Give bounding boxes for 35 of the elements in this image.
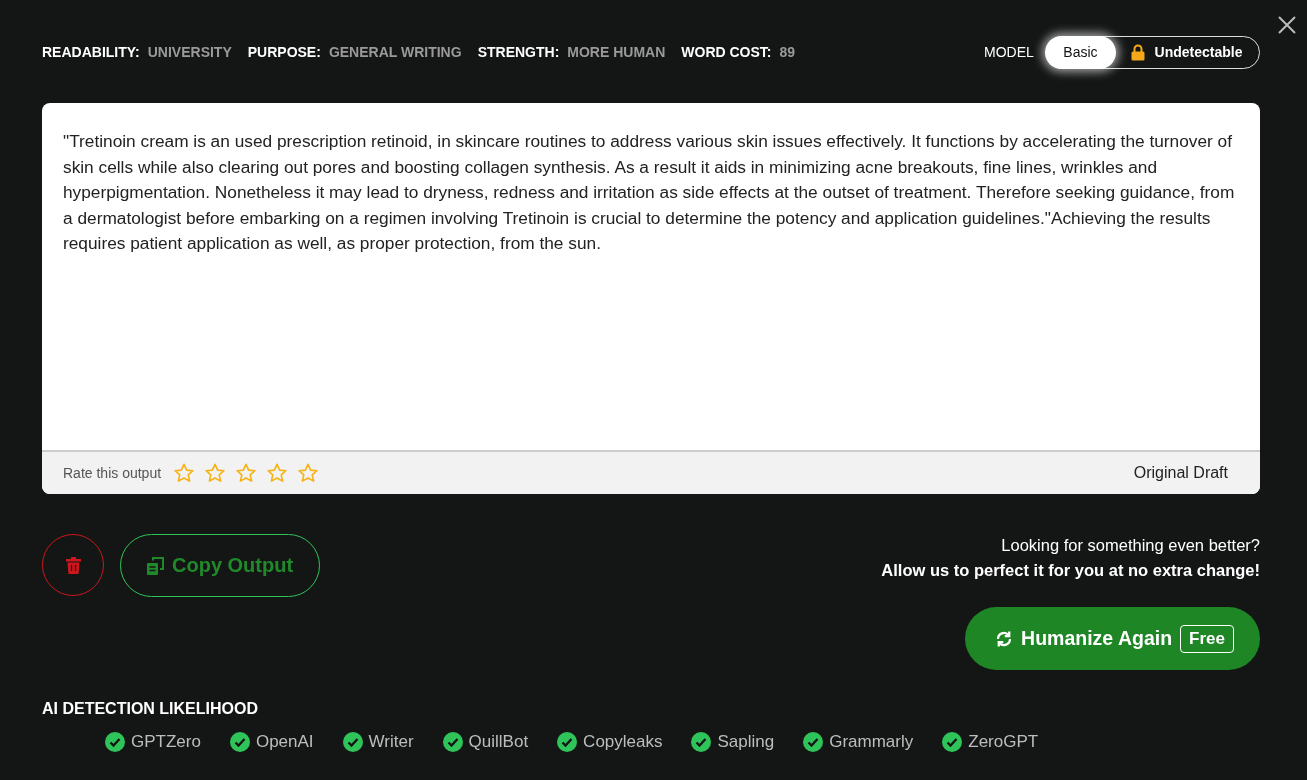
free-badge: Free xyxy=(1180,624,1234,653)
setting-label: STRENGTH: xyxy=(477,44,560,60)
detector-name: Copyleaks xyxy=(583,732,663,752)
draft-label: Original Draft xyxy=(1133,464,1228,482)
setting-label: READABILITY: xyxy=(42,44,140,60)
detection-title: AI DETECTION LIKELIHOOD xyxy=(42,700,259,718)
star-icon[interactable] xyxy=(204,462,227,484)
rate-label: Rate this output xyxy=(63,465,162,481)
star-icon[interactable] xyxy=(266,462,289,484)
model-label: MODEL xyxy=(984,44,1034,60)
trash-icon xyxy=(65,556,81,574)
setting-value: MORE HUMAN xyxy=(567,44,666,60)
upsell-offer: Allow us to perfect it for you at no extra change! xyxy=(881,561,1260,580)
setting-value: 89 xyxy=(779,44,796,60)
humanize-again-button[interactable]: Humanize Again Free xyxy=(965,607,1260,670)
detector-name: Writer xyxy=(368,732,414,752)
model-option[interactable]: Basic xyxy=(1045,35,1116,69)
detector-name: Grammarly xyxy=(829,732,914,752)
upsell-question: Looking for something even better? xyxy=(1001,536,1260,555)
refresh-icon xyxy=(995,629,1014,648)
detector-name: QuillBot xyxy=(468,732,529,752)
setting-value: UNIVERSITY xyxy=(147,44,232,60)
setting-label: WORD COST: xyxy=(681,44,772,60)
close-icon[interactable] xyxy=(1277,15,1297,35)
setting-value: GENERAL WRITING xyxy=(328,44,462,60)
detector-name: OpenAI xyxy=(255,732,314,752)
detector-name: ZeroGPT xyxy=(968,732,1039,752)
copy-icon xyxy=(147,556,164,575)
star-icon[interactable] xyxy=(297,462,320,484)
setting-label: PURPOSE: xyxy=(247,44,321,60)
detector-name: Sapling xyxy=(717,732,775,752)
star-icon[interactable] xyxy=(235,462,258,484)
detector-name: GPTZero xyxy=(131,732,201,752)
output-text: "Tretinoin cream is an used prescription retinoid, in skincare routines to address various skin issues effectively. It functions by accelerating the turnover of skin cells while also clearing out pores and boosting collagen synthesis. As a result it aids in minimizing acne breakouts, fine lines, wrinkles and hyperpigmentation. Nonetheless it may lead to dryness, redness and irritation as side effects at the outset of treatment. Therefore seeking guidance, from a dermatologist before embarking on a regimen involving Tretinoin is crucial to determine the potency and application guidelines."Achieving the results requires patient application as well, as proper protection, from the sun. xyxy=(62,130,1236,255)
star-icon[interactable] xyxy=(173,462,196,484)
